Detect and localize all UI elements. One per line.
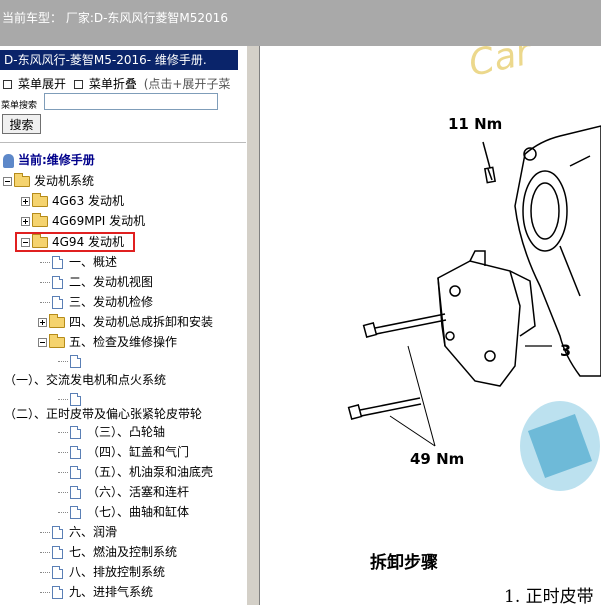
section-title: 拆卸步骤 — [370, 552, 438, 573]
folder-icon — [32, 213, 48, 227]
tree-item-timing-belt[interactable]: （二）、正时皮带及偏心张紧轮皮带轮 — [4, 405, 202, 423]
part-number-3: 3 — [560, 341, 571, 360]
document-icon — [52, 566, 63, 579]
globe-icon — [3, 153, 14, 168]
tree-item-oil-pump[interactable]: （五）、机油泵和油底壳 — [58, 463, 213, 481]
document-icon — [52, 546, 63, 559]
document-icon — [52, 296, 63, 309]
search-label: 菜单搜索 — [1, 101, 38, 111]
folder-open-icon — [49, 334, 65, 348]
tree-item-fuel-control[interactable]: 七、燃油及控制系统 — [40, 543, 177, 561]
folder-icon — [49, 314, 65, 328]
bolt-top — [482, 141, 497, 184]
pane-splitter[interactable] — [246, 46, 260, 605]
tree-item-engine-system[interactable]: 发动机系统 — [3, 172, 94, 190]
document-icon — [52, 526, 63, 539]
search-input[interactable] — [44, 93, 218, 110]
folder-icon — [32, 193, 48, 207]
tree-item-inspection-repair[interactable]: 五、检查及维修操作 — [38, 333, 177, 351]
tree-item-alternator[interactable]: （一）、交流发电机和点火系统 — [4, 371, 166, 389]
expand-toggle-icon[interactable] — [38, 318, 47, 327]
watermark-stamp — [520, 401, 600, 491]
tree-item-camshaft[interactable]: （三）、凸轮轴 — [58, 423, 165, 441]
step-1-text: 1. 正时皮带 — [504, 587, 594, 605]
tree-item-4g63[interactable]: 4G63 发动机 — [21, 192, 124, 210]
engine-diagram: Car 11 Nm 3 49 Nm 拆卸步骤 1. 正时皮带 — [347, 46, 601, 605]
torque-label-bottom: 49 Nm — [410, 450, 464, 468]
divider-line — [0, 142, 246, 143]
tree-item-engine-view[interactable]: 二、发动机视图 — [40, 273, 153, 291]
menu-hint: (点击+展开子菜 — [143, 77, 231, 91]
collapse-icon — [73, 79, 83, 89]
menu-expand-link[interactable]: 菜单展开 — [18, 77, 66, 91]
document-icon — [70, 486, 81, 499]
expand-toggle-icon[interactable] — [21, 197, 30, 206]
document-icon — [52, 256, 63, 269]
tree-item-blank-1[interactable] — [58, 352, 87, 370]
search-button[interactable]: 搜索 — [2, 114, 41, 134]
menu-collapse-link[interactable]: 菜单折叠 — [89, 77, 137, 91]
current-vehicle-info: 当前车型： 厂家:D-东风风行菱智M52016 — [2, 11, 228, 25]
collapse-toggle-icon[interactable] — [38, 338, 47, 347]
tree-item-4g69mpi[interactable]: 4G69MPI 发动机 — [21, 212, 145, 230]
tree-item-crankshaft[interactable]: （七）、曲轴和缸体 — [58, 503, 189, 521]
document-icon — [52, 586, 63, 599]
collapse-toggle-icon[interactable] — [3, 177, 12, 186]
selection-highlight-box — [15, 232, 135, 252]
tree-item-emission-control[interactable]: 八、排放控制系统 — [40, 563, 165, 581]
tree-item-overview[interactable]: 一、概述 — [40, 253, 117, 271]
document-icon — [70, 506, 81, 519]
document-icon — [70, 426, 81, 439]
tree-item-lubrication[interactable]: 六、润滑 — [40, 523, 117, 541]
watermark: Car — [465, 46, 536, 85]
manual-content-pane: Car 11 Nm 3 49 Nm 拆卸步骤 1. 正时皮带 — [260, 46, 601, 605]
leader-lines — [389, 345, 436, 447]
tree-item-cylinder-head[interactable]: （四）、缸盖和气门 — [58, 443, 189, 461]
folder-open-icon — [14, 173, 30, 187]
document-icon — [70, 466, 81, 479]
torque-label-top: 11 Nm — [448, 115, 502, 133]
tree-item-piston[interactable]: （六）、活塞和连杆 — [58, 483, 189, 501]
sidebar: D-东风风行-菱智M5-2016- 维修手册. 菜单展开 菜单折叠 (点击+展开… — [0, 46, 246, 605]
document-icon — [70, 355, 81, 368]
long-bolt-2 — [347, 397, 422, 421]
top-info-bar: 当前车型： 厂家:D-东风风行菱智M52016 — [0, 0, 601, 46]
document-icon — [52, 276, 63, 289]
manual-title[interactable]: D-东风风行-菱智M5-2016- 维修手册. — [0, 50, 238, 70]
expand-icon — [3, 79, 12, 89]
tree-item-intake-exhaust[interactable]: 九、进排气系统 — [40, 583, 153, 601]
menu-controls: 菜单展开 菜单折叠 (点击+展开子菜 — [2, 75, 230, 92]
long-bolt-1 — [362, 313, 447, 339]
tree-item-engine-assembly[interactable]: 四、发动机总成拆卸和安装 — [38, 313, 213, 331]
document-icon — [70, 446, 81, 459]
tree-current: 当前:维修手册 — [3, 151, 95, 169]
expand-toggle-icon[interactable] — [21, 217, 30, 226]
tree-item-engine-inspection[interactable]: 三、发动机检修 — [40, 293, 153, 311]
bracket-part — [437, 250, 536, 387]
timing-cover-part — [514, 125, 601, 377]
